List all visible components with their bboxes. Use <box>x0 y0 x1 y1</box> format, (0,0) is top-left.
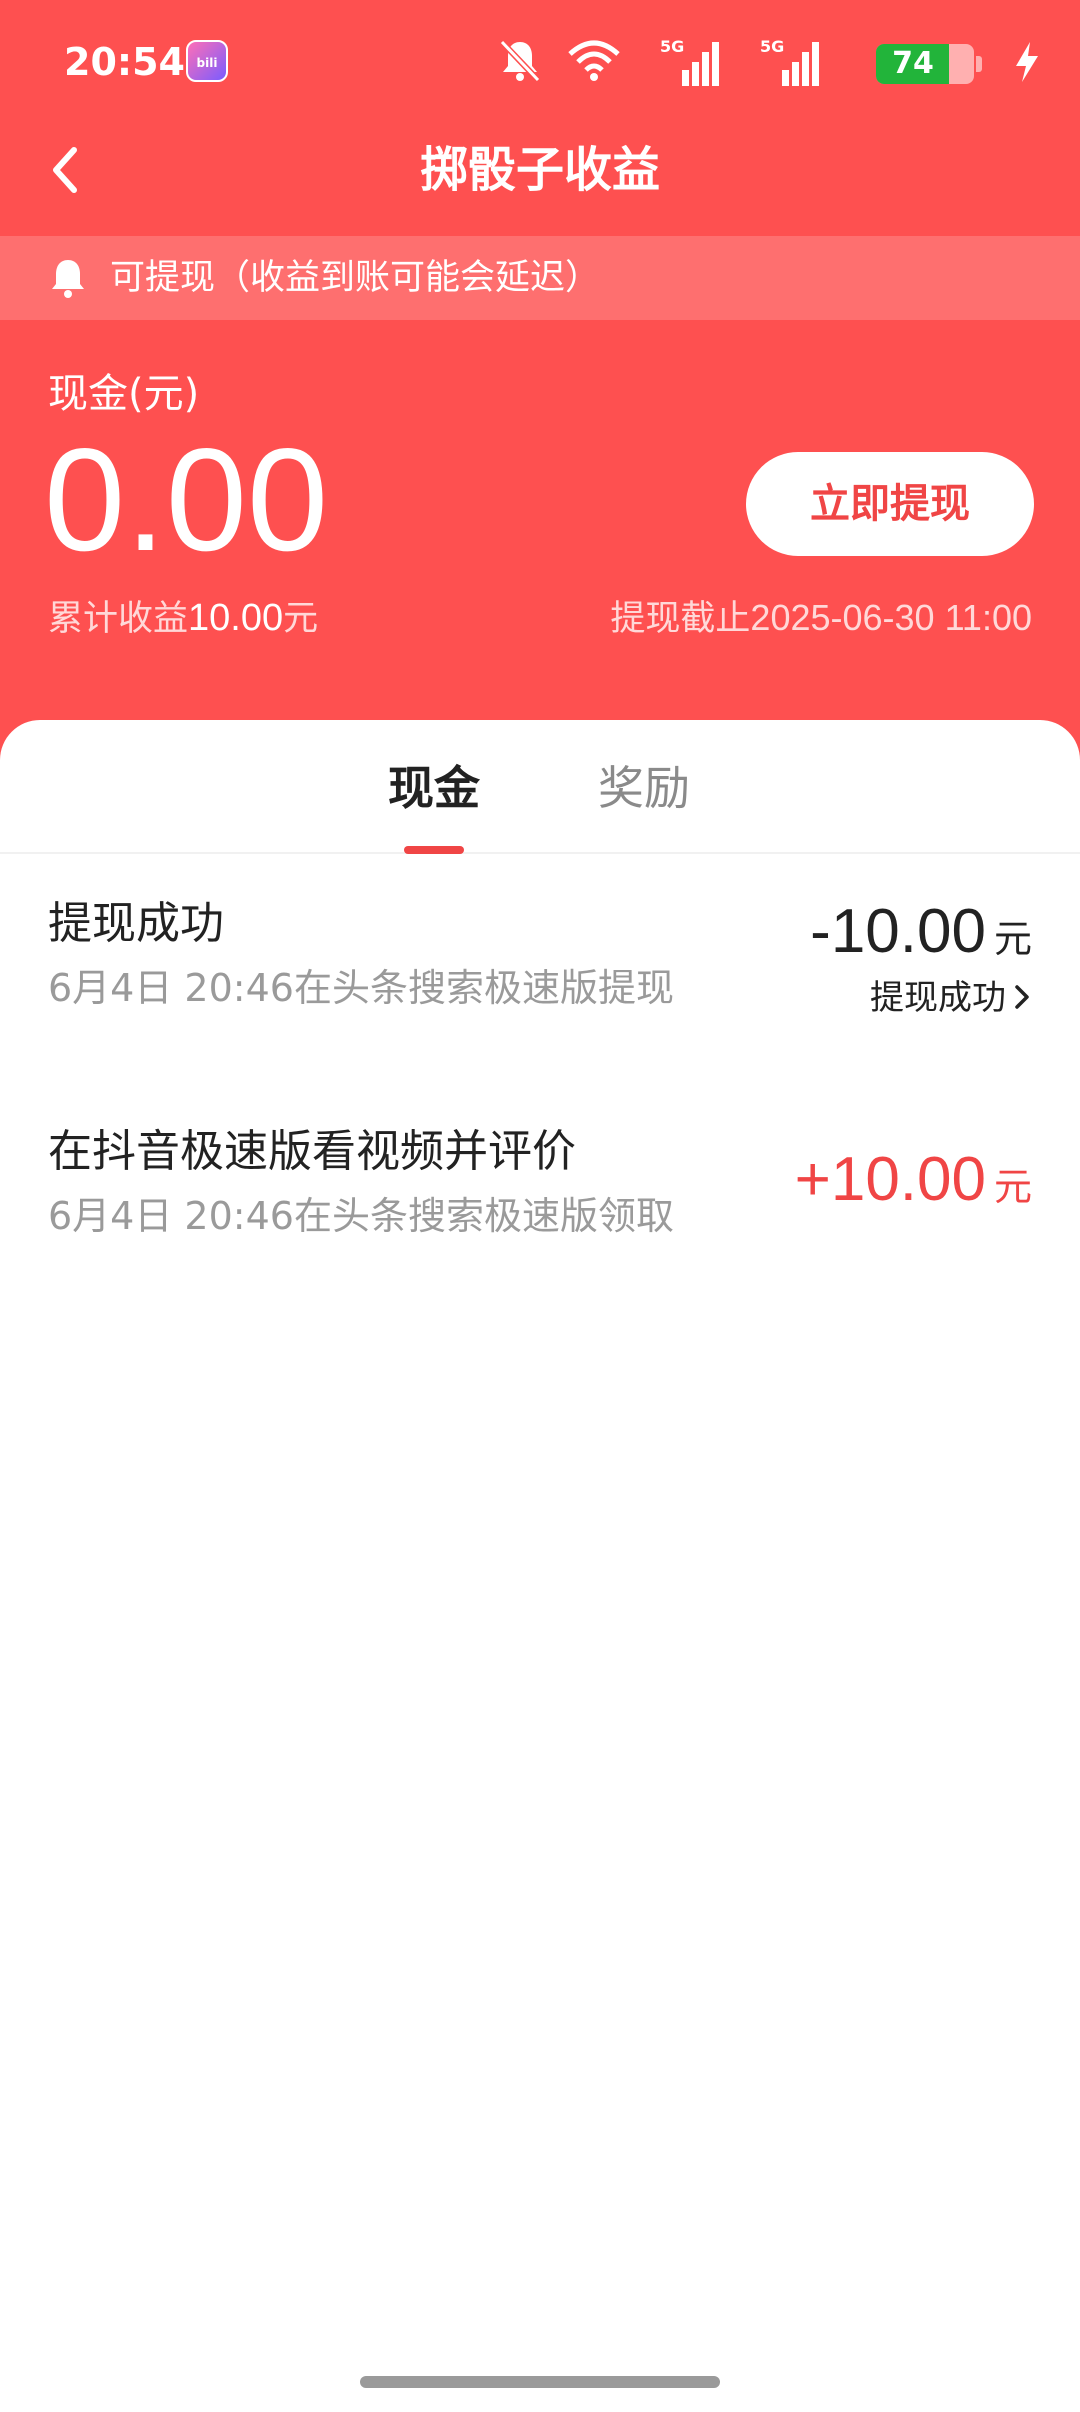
deadline-value: 2025-06-30 11:00 <box>750 597 1032 638</box>
chevron-right-icon <box>1015 985 1029 1009</box>
total-earnings-value: 10.00 <box>188 597 284 639</box>
page-title: 掷骰子收益 <box>419 142 660 198</box>
bell-icon <box>52 260 84 298</box>
list-item[interactable]: 提现成功 6月4日 20:46在头条搜索极速版提现 -10.00 元 提现成功 <box>0 892 1080 1072</box>
home-indicator[interactable] <box>360 2376 720 2388</box>
record-amount-value: -10.00 <box>810 897 986 966</box>
mute-bell-icon <box>499 39 541 83</box>
record-amount: +10.00 元 <box>795 1140 1032 1235</box>
total-earnings: 累计收益10.00元 <box>48 590 318 647</box>
total-earnings-unit: 元 <box>283 599 319 639</box>
record-amount-unit: 元 <box>993 1165 1032 1209</box>
active-tab-indicator <box>404 846 464 854</box>
status-bar: 20:54 bili 5G 5G 74 <box>0 0 1080 124</box>
svg-text:5G: 5G <box>760 37 784 56</box>
withdraw-notice-bar: 可提现（收益到账可能会延迟） <box>0 236 1080 320</box>
tab-cash[interactable]: 现金 <box>388 756 480 820</box>
record-subtitle: 6月4日 20:46在头条搜索极速版领取 <box>48 1194 674 1238</box>
record-amount-unit: 元 <box>993 917 1032 961</box>
tab-bar: 现金 奖励 <box>0 720 1080 854</box>
records-panel: 现金 奖励 提现成功 6月4日 20:46在头条搜索极速版提现 -10.00 元 … <box>0 720 1080 2412</box>
record-subtitle: 6月4日 20:46在头条搜索极速版提现 <box>48 966 674 1010</box>
charging-bolt-icon <box>1016 42 1038 82</box>
withdraw-deadline: 提现截止2025-06-30 11:00 <box>610 590 1032 647</box>
wifi-icon <box>568 40 620 81</box>
total-earnings-prefix: 累计收益 <box>48 599 189 639</box>
cash-label: 现金(元) <box>48 371 200 417</box>
battery-indicator: 74 <box>876 44 986 84</box>
withdraw-now-button[interactable]: 立即提现 <box>746 452 1034 556</box>
cash-balance: 0.00 <box>44 418 329 581</box>
notice-text: 可提现（收益到账可能会延迟） <box>110 258 601 298</box>
cellular-signal-icon: 5G <box>660 37 719 86</box>
svg-text:5G: 5G <box>660 37 684 56</box>
cellular-signal-icon-2: 5G <box>760 37 819 86</box>
deadline-prefix: 提现截止 <box>610 599 751 639</box>
record-amount-value: +10.00 <box>794 1145 986 1214</box>
battery-level: 74 <box>892 46 934 81</box>
record-status-text: 提现成功 <box>870 978 1006 1018</box>
record-status-link[interactable]: 提现成功 <box>870 972 1032 1024</box>
status-time: 20:54 <box>64 40 185 84</box>
tab-reward[interactable]: 奖励 <box>598 756 690 820</box>
list-item[interactable]: 在抖音极速版看视频并评价 6月4日 20:46在头条搜索极速版领取 +10.00… <box>0 1120 1080 1300</box>
record-title: 在抖音极速版看视频并评价 <box>48 1126 576 1177</box>
record-title: 提现成功 <box>48 898 224 949</box>
app-notification-icon: bili <box>186 40 228 82</box>
